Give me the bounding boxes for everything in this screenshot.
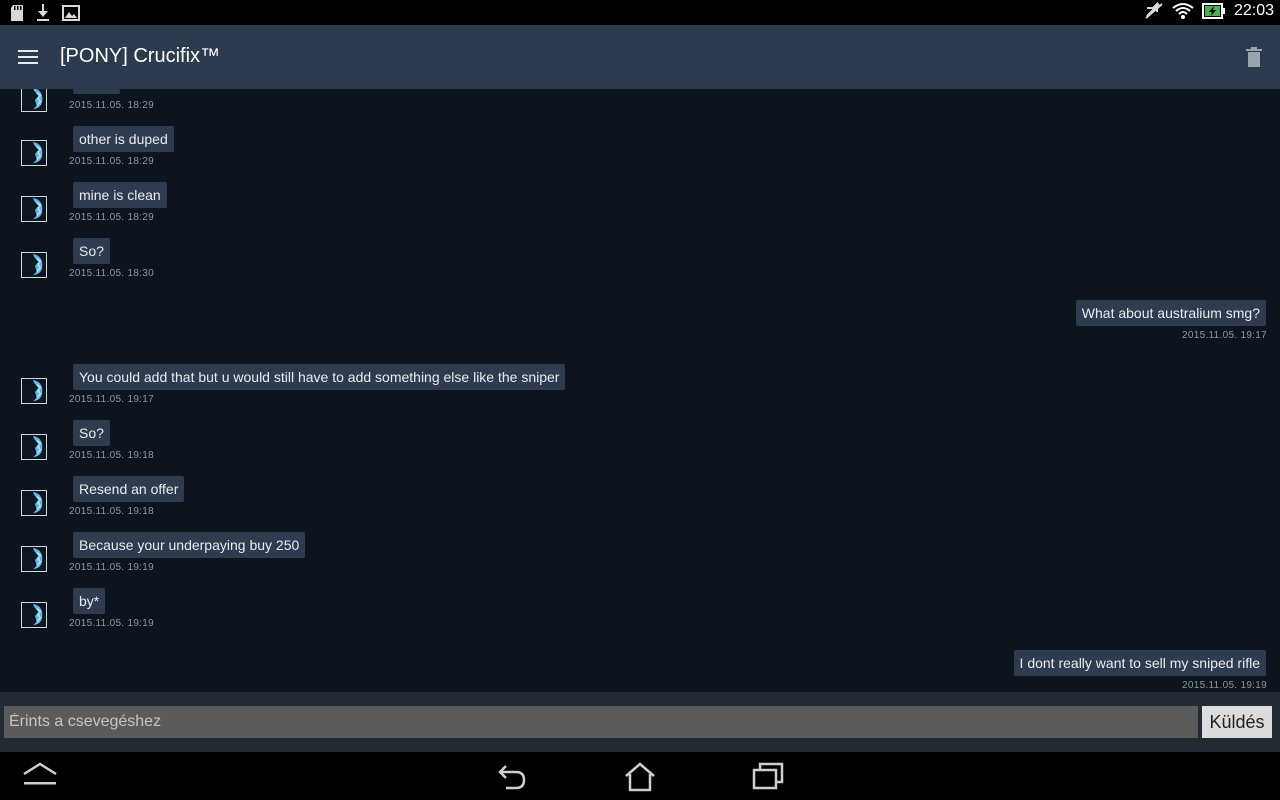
message-timestamp: 2015.11.05. 18:29 xyxy=(69,156,154,167)
message-bubble: You could add that but u would still hav… xyxy=(73,364,566,390)
message-bubble: Resend an offer xyxy=(73,476,185,502)
message-item: 2015.11.05. 18:29 xyxy=(0,89,1280,127)
message-timestamp: 2015.11.05. 19:17 xyxy=(1182,330,1267,341)
message-timestamp: 2015.11.05. 18:29 xyxy=(69,212,154,223)
message-item: So? 2015.11.05. 18:30 xyxy=(0,237,1280,293)
chat-title: [PONY] Crucifix™ xyxy=(60,45,221,67)
avatar[interactable] xyxy=(21,490,47,516)
message-item-own: I dont really want to sell my sniped rif… xyxy=(0,649,1280,692)
message-timestamp: 2015.11.05. 19:19 xyxy=(1182,680,1267,691)
app-bar: [PONY] Crucifix™ xyxy=(0,25,1280,89)
home-icon[interactable] xyxy=(620,760,660,792)
trash-icon[interactable] xyxy=(1242,45,1266,69)
message-timestamp: 2015.11.05. 19:18 xyxy=(69,450,154,461)
expand-icon[interactable] xyxy=(20,760,60,792)
message-timestamp: 2015.11.05. 19:17 xyxy=(69,394,154,405)
send-button[interactable]: Küldés xyxy=(1202,706,1272,738)
recent-apps-icon[interactable] xyxy=(748,760,788,792)
message-bubble: So? xyxy=(73,238,110,264)
image-icon xyxy=(62,5,80,21)
message-bubble: What about australium smg? xyxy=(1075,300,1266,326)
avatar[interactable] xyxy=(21,378,47,404)
status-bar: 22:03 xyxy=(0,0,1280,25)
message-item-own: What about australium smg? 2015.11.05. 1… xyxy=(0,299,1280,355)
message-item: So? 2015.11.05. 19:18 xyxy=(0,419,1280,475)
avatar[interactable] xyxy=(21,252,47,278)
message-timestamp: 2015.11.05. 19:19 xyxy=(69,562,154,573)
message-item: Because your underpaying buy 250 2015.11… xyxy=(0,531,1280,587)
message-timestamp: 2015.11.05. 19:18 xyxy=(69,506,154,517)
message-bubble: So? xyxy=(73,420,110,446)
sd-card-icon xyxy=(11,5,23,21)
message-timestamp: 2015.11.05. 18:30 xyxy=(69,268,154,279)
message-bubble xyxy=(73,89,120,94)
avatar[interactable] xyxy=(21,89,47,112)
avatar[interactable] xyxy=(21,196,47,222)
message-item: You could add that but u would still hav… xyxy=(0,363,1280,419)
message-item: Resend an offer 2015.11.05. 19:18 xyxy=(0,475,1280,531)
message-item: by* 2015.11.05. 19:19 xyxy=(0,587,1280,643)
message-bubble: I dont really want to sell my sniped rif… xyxy=(1013,650,1266,676)
message-bubble: other is duped xyxy=(73,126,174,152)
download-icon xyxy=(37,4,49,21)
message-item: mine is clean 2015.11.05. 18:29 xyxy=(0,181,1280,237)
message-timestamp: 2015.11.05. 19:19 xyxy=(69,618,154,629)
message-bubble: mine is clean xyxy=(73,182,167,208)
message-bubble: by* xyxy=(73,588,106,614)
message-item: other is duped 2015.11.05. 18:29 xyxy=(0,125,1280,181)
composer: Küldés xyxy=(0,692,1280,752)
navigation-bar xyxy=(0,752,1280,800)
battery-charging-icon xyxy=(1201,3,1225,19)
avatar[interactable] xyxy=(21,140,47,166)
avatar[interactable] xyxy=(21,546,47,572)
wifi-icon xyxy=(1172,3,1194,19)
back-icon[interactable] xyxy=(492,760,532,792)
message-timestamp: 2015.11.05. 18:29 xyxy=(69,100,154,111)
message-input[interactable] xyxy=(4,706,1198,738)
menu-icon[interactable] xyxy=(16,45,40,69)
avatar[interactable] xyxy=(21,434,47,460)
mute-icon xyxy=(1145,2,1163,19)
message-list[interactable]: 2015.11.05. 18:29 other is duped 2015.11… xyxy=(0,89,1280,692)
message-bubble: Because your underpaying buy 250 xyxy=(73,532,306,558)
avatar[interactable] xyxy=(21,602,47,628)
clock: 22:03 xyxy=(1233,2,1274,19)
